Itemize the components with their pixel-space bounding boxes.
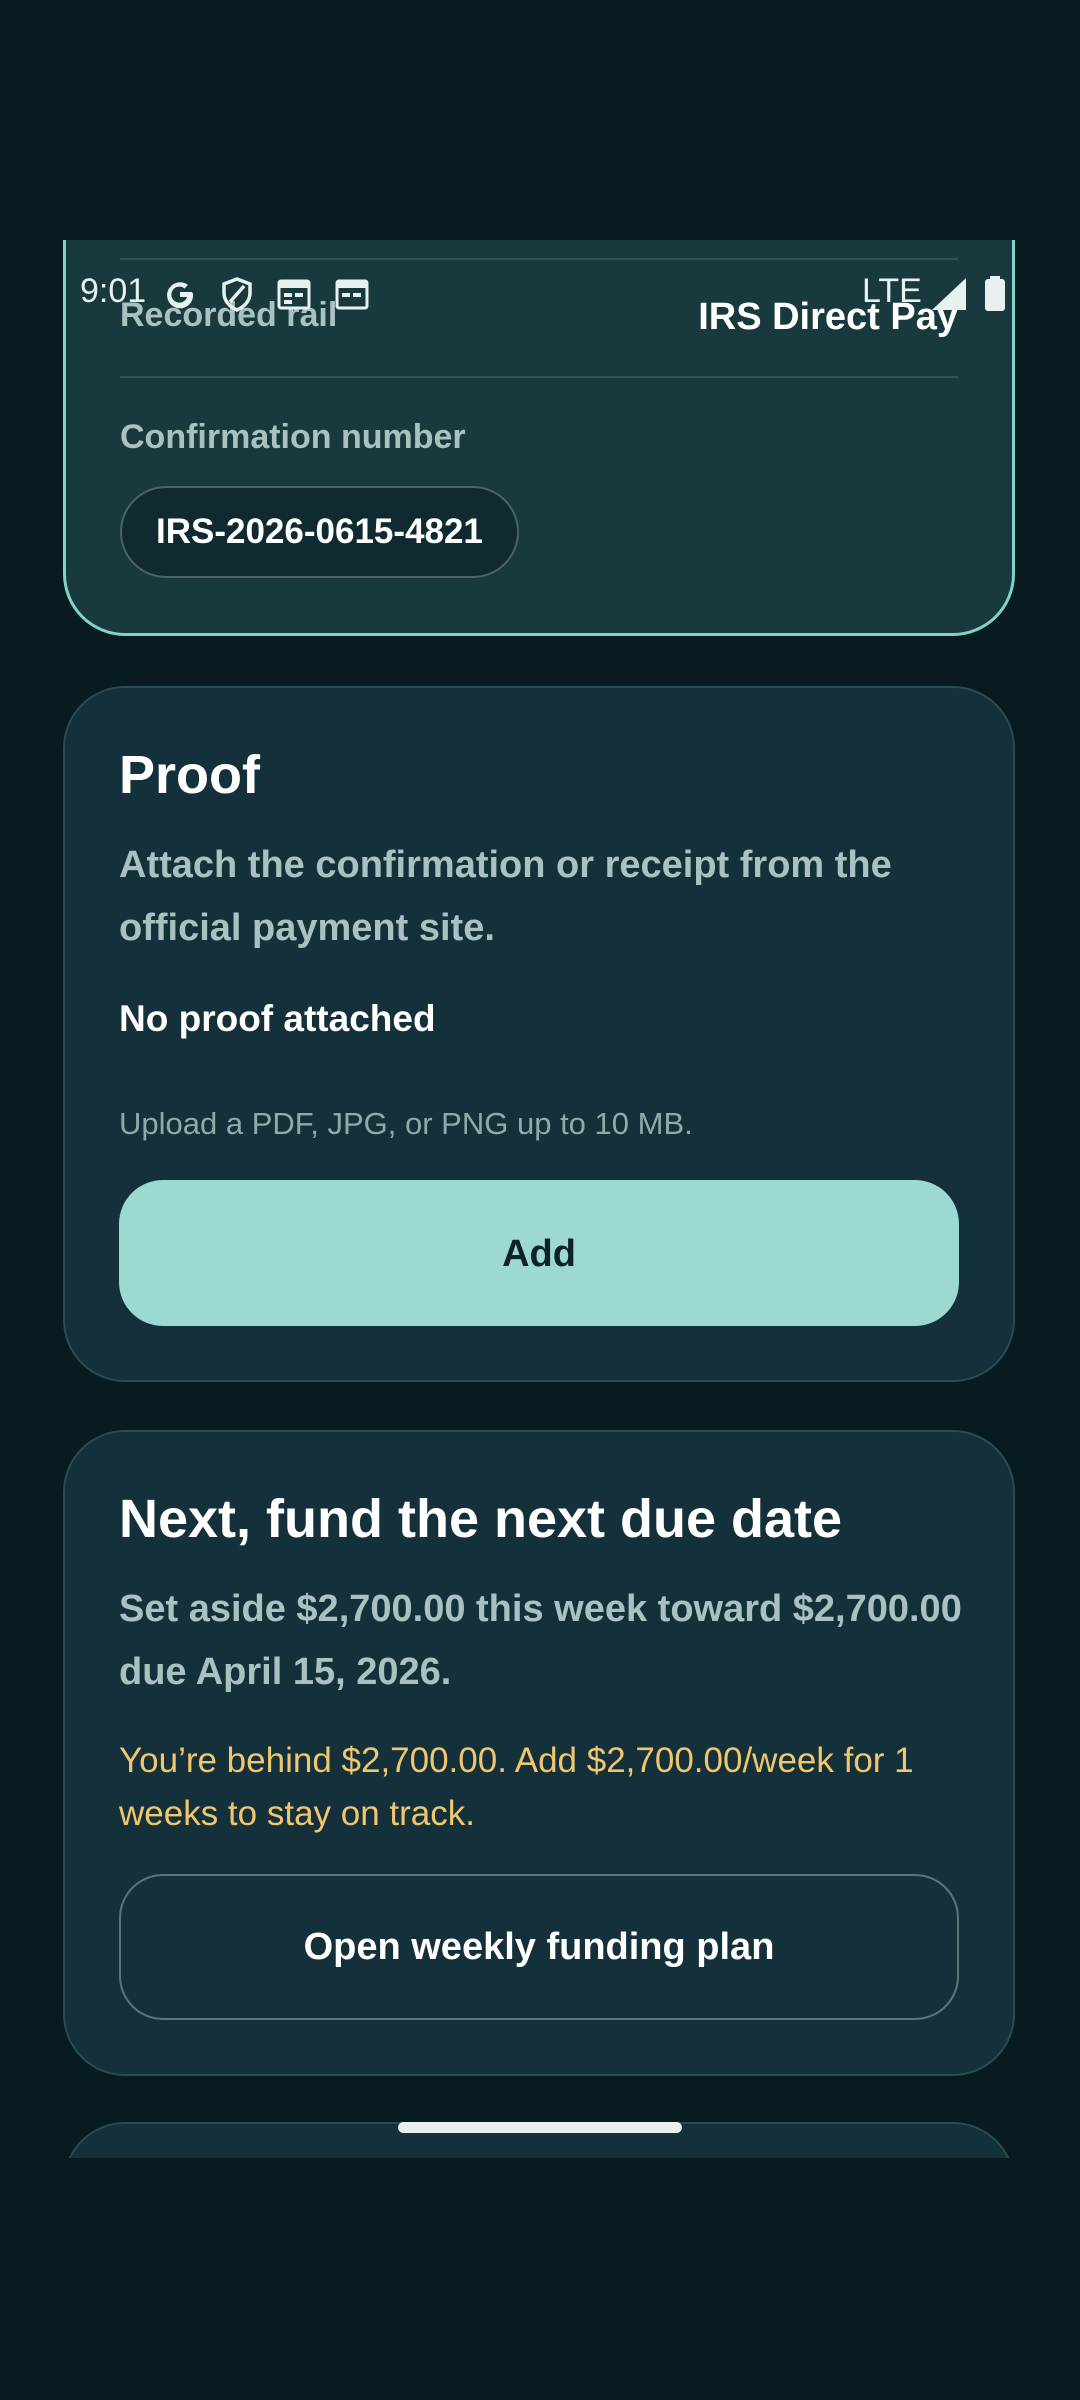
proof-status: No proof attached	[119, 998, 436, 1039]
behind-warning: You’re behind $2,700.00. Add $2,700.00/w…	[119, 1741, 914, 1833]
calendar-icon	[335, 279, 369, 310]
proof-title: Proof	[119, 745, 260, 805]
shield-icon	[222, 277, 252, 312]
proof-description: Attach the confirmation or receipt from …	[119, 844, 892, 949]
next-funding-description: Set aside $2,700.00 this week toward $2,…	[119, 1588, 962, 1693]
divider	[120, 258, 958, 260]
divider	[120, 376, 958, 378]
network-type: LTE	[862, 272, 922, 310]
add-proof-button[interactable]: Add	[119, 1180, 959, 1326]
open-weekly-funding-plan-button[interactable]: Open weekly funding plan	[119, 1874, 959, 2020]
proof-card: Proof Attach the confirmation or receipt…	[63, 686, 1015, 1382]
battery-icon	[985, 276, 1005, 311]
calendar-icon	[277, 279, 311, 310]
next-funding-title: Next, fund the next due date	[119, 1489, 843, 1549]
upload-hint: Upload a PDF, JPG, or PNG up to 10 MB.	[119, 1106, 693, 1141]
signal-icon	[932, 278, 966, 310]
app-scroll-view[interactable]: Recorded rail IRS Direct Pay Confirmatio…	[0, 240, 1080, 2158]
confirmation-number-chip[interactable]: IRS-2026-0615-4821	[120, 486, 519, 578]
next-funding-card: Next, fund the next due date Set aside $…	[63, 1430, 1015, 2076]
home-indicator[interactable]	[398, 2122, 682, 2133]
status-bar: 9:01 LTE	[0, 268, 1080, 322]
status-time: 9:01	[80, 272, 147, 310]
confirmation-number-label: Confirmation number	[120, 418, 466, 456]
google-icon	[167, 282, 194, 309]
